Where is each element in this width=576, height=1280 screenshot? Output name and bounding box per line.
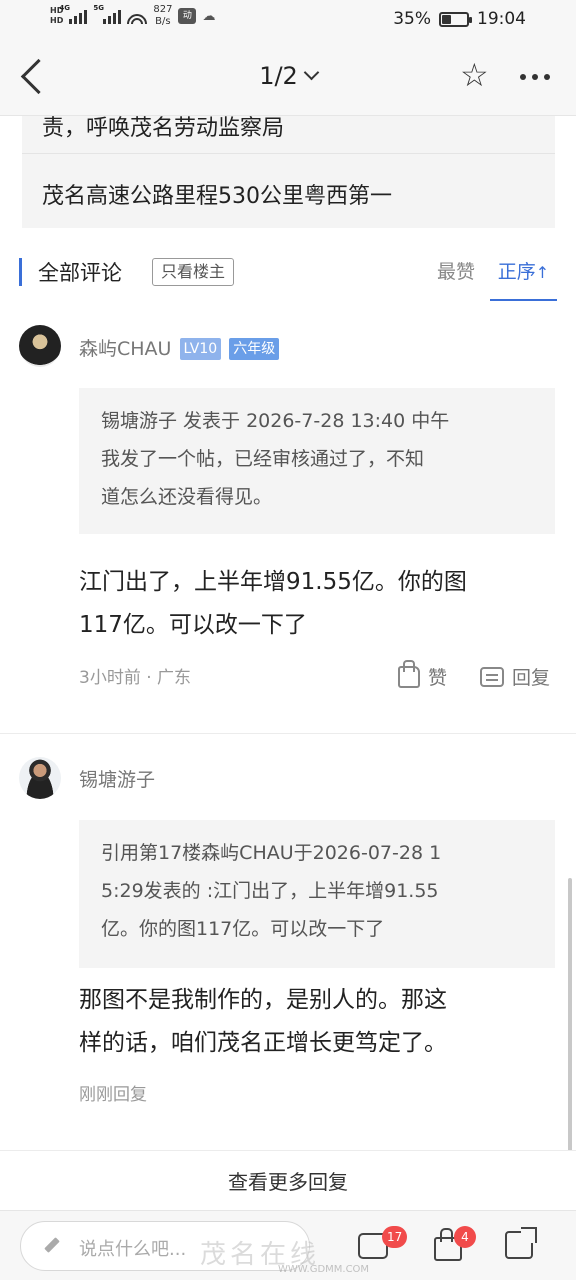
comment-meta: 3小时前 · 广东	[79, 668, 192, 688]
speed-unit: B/s	[155, 16, 171, 27]
post-snippet: 责，呼唤茂名劳动监察局 茂名高速公路里程530公里粤西第一	[22, 116, 555, 228]
comments-header: 全部评论 只看楼主 最赞 正序↑	[0, 228, 576, 308]
sort-arrow-icon: ↑	[535, 263, 550, 282]
avatar[interactable]	[19, 757, 61, 799]
body-line: 那图不是我制作的，是别人的。那这	[79, 987, 447, 1013]
status-right: 35% 19:04	[393, 9, 526, 29]
pencil-icon	[43, 1237, 61, 1255]
more-icon[interactable]	[520, 74, 550, 80]
snippet-divider	[22, 153, 555, 154]
quoted-reply: 锡塘游子 发表于 2026-7-28 13:40 中午 我发了一个帖，已经审核通…	[79, 388, 555, 534]
cloud-icon: ☁	[202, 8, 216, 24]
share-icon[interactable]	[505, 1227, 537, 1259]
battery-percent: 35%	[393, 9, 431, 29]
status-left: HD HD 4G 5G 827 B/s 动 ☁	[50, 4, 215, 28]
app-notification-icon: 动	[178, 8, 197, 24]
sort-most-liked-tab[interactable]: 最赞	[437, 257, 475, 284]
grade-badge: 六年级	[229, 338, 280, 360]
comment-count-badge: 17	[382, 1226, 408, 1248]
nav-bar: 1/2 ☆	[0, 38, 576, 116]
quote-line: 引用第17楼森屿CHAU于2026-07-28 1	[101, 842, 442, 864]
snippet-line-1: 责，呼唤茂名劳动监察局	[42, 116, 285, 141]
username: 锡塘游子	[79, 769, 156, 791]
comment-divider	[0, 733, 576, 734]
chat-bubble-icon	[480, 666, 504, 687]
network-type-2: 5G	[93, 4, 104, 12]
comment-meta: 刚刚回复	[79, 1085, 147, 1105]
page-indicator: 1/2	[259, 62, 298, 90]
reply-button[interactable]: 回复	[480, 663, 550, 690]
view-more-replies-button[interactable]: 查看更多回复	[0, 1150, 576, 1210]
body-line: 117亿。可以改一下了	[79, 612, 307, 638]
signal-icon-2: 5G	[93, 4, 122, 24]
sort-ascending-label: 正序	[497, 261, 536, 283]
wifi-icon	[127, 8, 148, 24]
comments-title: 全部评论	[38, 261, 122, 285]
username: 森屿CHAU	[79, 338, 172, 360]
section-accent-bar	[19, 258, 22, 286]
comment-author[interactable]: 锡塘游子	[79, 765, 155, 792]
clock: 19:04	[477, 9, 526, 29]
chevron-down-icon	[303, 64, 320, 81]
comment-author[interactable]: 森屿CHAU LV10 六年级	[79, 334, 280, 361]
hd-label-2: HD	[50, 16, 64, 25]
reply-label: 回复	[512, 667, 551, 689]
network-type-1: 4G	[59, 4, 70, 12]
quote-line: 锡塘游子 发表于 2026-7-28 13:40 中午	[101, 410, 450, 432]
op-only-filter-button[interactable]: 只看楼主	[152, 258, 235, 286]
sort-ascending-tab[interactable]: 正序↑	[490, 257, 557, 301]
like-label: 赞	[428, 667, 448, 689]
snippet-line-2: 茂名高速公路里程530公里粤西第一	[42, 184, 392, 209]
quote-line: 亿。你的图117亿。可以改一下了	[101, 918, 385, 940]
body-line: 样的话，咱们茂名正增长更笃定了。	[79, 1030, 447, 1056]
quote-line: 我发了一个帖，已经审核通过了，不知	[101, 448, 425, 470]
quoted-reply: 引用第17楼森屿CHAU于2026-07-28 1 5:29发表的 :江门出了，…	[79, 820, 555, 968]
speed-value: 827	[153, 4, 173, 15]
body-line: 江门出了，上半年增91.55亿。你的图	[79, 569, 467, 595]
like-count-badge: 4	[454, 1226, 476, 1248]
star-icon[interactable]: ☆	[460, 57, 489, 93]
page-selector[interactable]: 1/2	[0, 62, 576, 90]
battery-icon	[439, 11, 472, 27]
quote-line: 5:29发表的 :江门出了，上半年增91.55	[101, 880, 439, 902]
thumbs-up-icon	[398, 659, 420, 688]
comment-body: 江门出了，上半年增91.55亿。你的图 117亿。可以改一下了	[79, 561, 539, 647]
comment-input[interactable]: 说点什么吧...	[20, 1221, 310, 1271]
status-bar: HD HD 4G 5G 827 B/s 动 ☁ 35% 19:04	[0, 0, 576, 38]
bottom-bar: 说点什么吧...	[0, 1210, 576, 1280]
avatar[interactable]	[19, 325, 61, 367]
quote-line: 道怎么还没看得见。	[101, 486, 273, 508]
network-speed: 827 B/s	[153, 4, 172, 28]
comment-input-placeholder: 说点什么吧...	[79, 1239, 187, 1260]
like-button[interactable]: 赞	[398, 659, 448, 690]
comment-body: 那图不是我制作的，是别人的。那这 样的话，咱们茂名正增长更笃定了。	[79, 979, 539, 1065]
signal-icon: 4G	[59, 4, 88, 24]
level-badge: LV10	[179, 338, 222, 360]
